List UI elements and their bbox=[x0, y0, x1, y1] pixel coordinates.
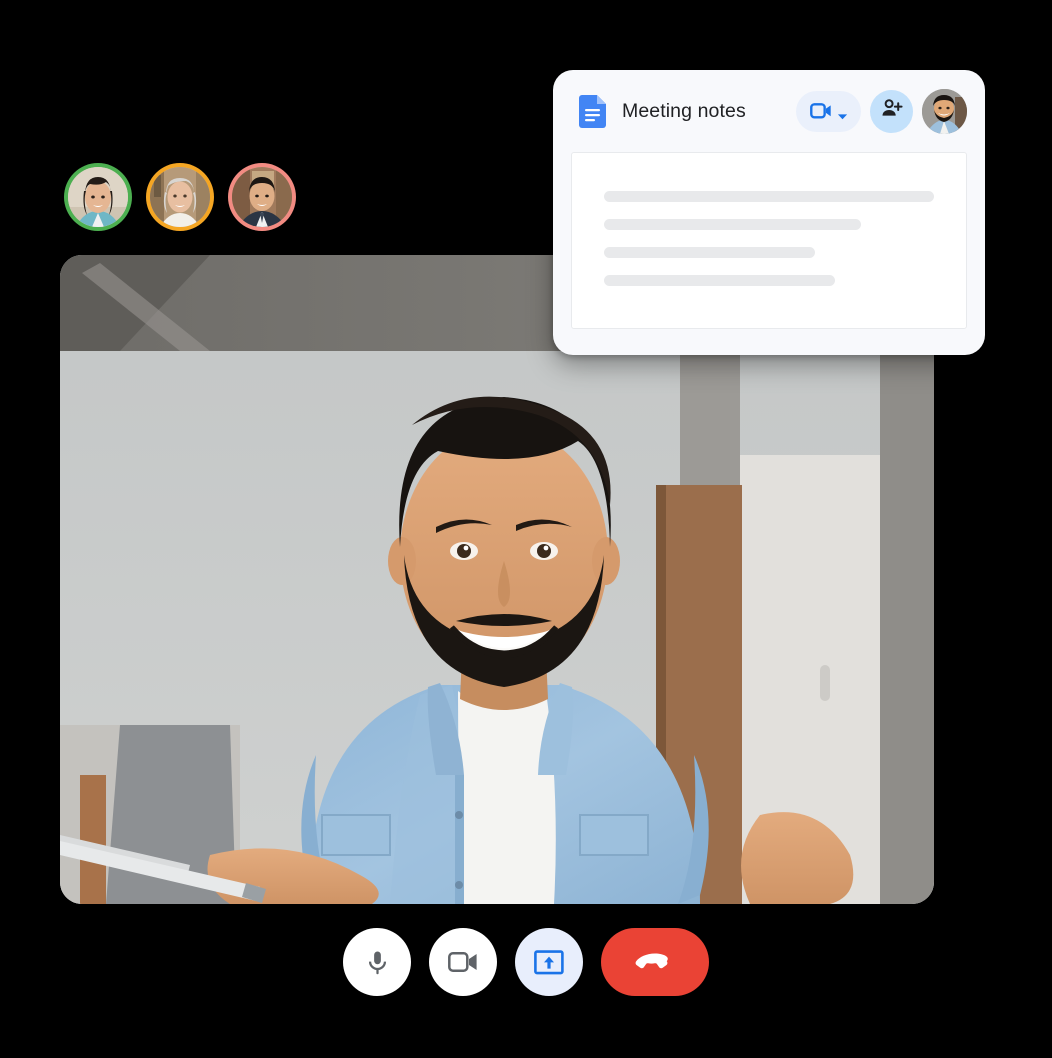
present-screen-button[interactable] bbox=[515, 928, 583, 996]
participant-avatar-3[interactable] bbox=[228, 163, 296, 231]
camera-button[interactable] bbox=[429, 928, 497, 996]
person-add-icon bbox=[880, 97, 903, 125]
participant-avatar-1[interactable] bbox=[64, 163, 132, 231]
document-text-line bbox=[604, 219, 862, 230]
avatar bbox=[68, 167, 128, 227]
document-text-line bbox=[604, 275, 835, 286]
google-docs-icon bbox=[579, 94, 606, 128]
document-title: Meeting notes bbox=[622, 99, 746, 122]
card-camera-button[interactable] bbox=[796, 90, 861, 132]
microphone-button[interactable] bbox=[343, 928, 411, 996]
present-screen-icon bbox=[534, 949, 564, 975]
screenshot-stage: Meeting notes bbox=[0, 0, 1052, 1058]
document-text-line bbox=[604, 247, 816, 258]
meeting-notes-card[interactable]: Meeting notes bbox=[553, 70, 985, 355]
avatar bbox=[150, 167, 210, 227]
document-body[interactable] bbox=[571, 152, 967, 329]
microphone-icon bbox=[364, 949, 391, 976]
document-text-line bbox=[604, 191, 934, 202]
participant-avatar-strip bbox=[64, 163, 296, 231]
video-camera-icon bbox=[809, 103, 832, 119]
avatar bbox=[232, 167, 292, 227]
meeting-notes-header: Meeting notes bbox=[553, 70, 985, 152]
chevron-down-icon bbox=[837, 108, 848, 120]
phone-hangup-icon bbox=[635, 952, 675, 972]
end-call-button[interactable] bbox=[601, 928, 709, 996]
video-camera-icon bbox=[448, 951, 478, 973]
meeting-control-bar bbox=[0, 928, 1052, 996]
account-avatar[interactable] bbox=[922, 88, 967, 134]
participant-avatar-2[interactable] bbox=[146, 163, 214, 231]
add-person-button[interactable] bbox=[870, 89, 913, 133]
